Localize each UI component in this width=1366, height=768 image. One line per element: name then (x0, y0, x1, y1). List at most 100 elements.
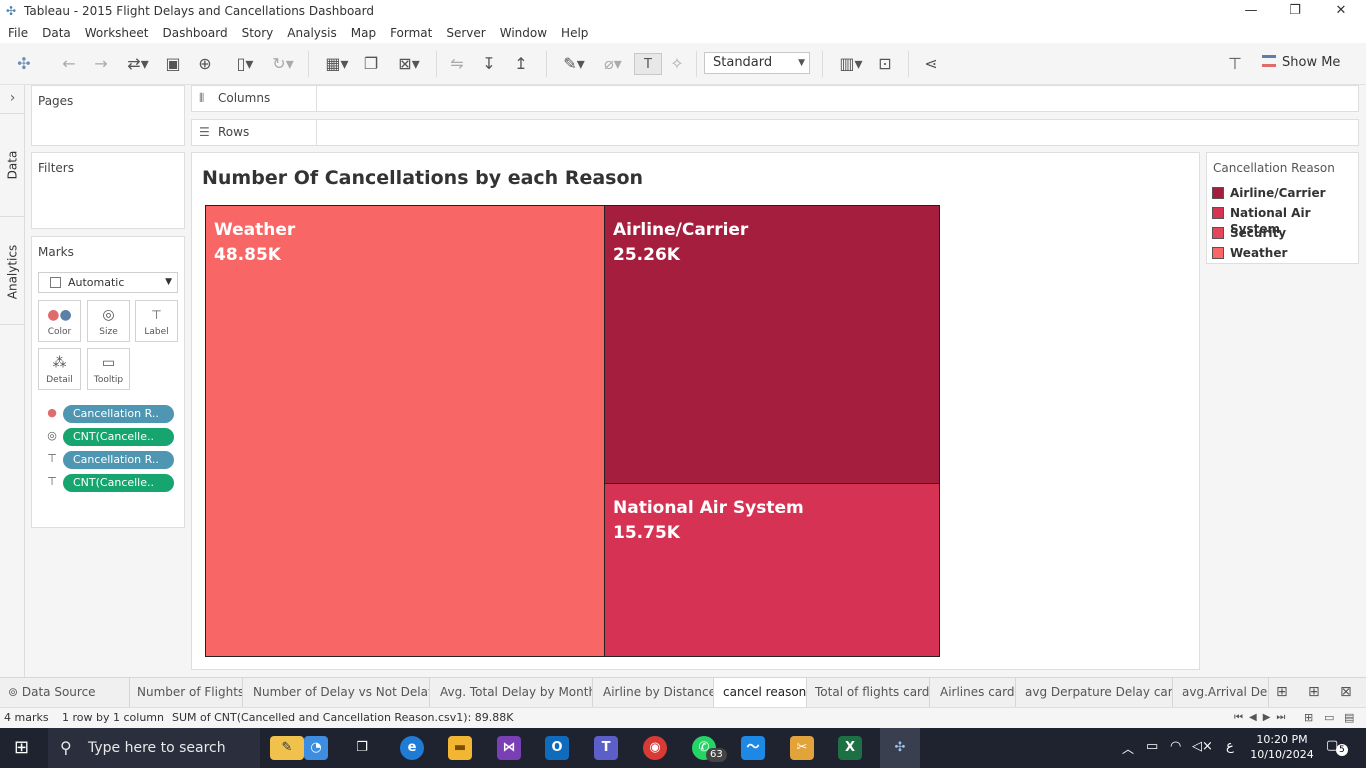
taskbar-clock[interactable]: 10:20 PM 10/10/2024 (1247, 732, 1317, 762)
columns-shelf[interactable]: ⦀ Columns (191, 85, 1359, 112)
highlight-icon[interactable]: ✎▾ (556, 53, 592, 75)
treemap-cell-weather[interactable]: Weather 48.85K (205, 205, 605, 657)
treemap-cell-national-air-system[interactable]: National Air System 15.75K (604, 483, 940, 657)
teams-icon[interactable]: T (594, 736, 618, 760)
tableau-taskbar-icon[interactable]: ✣ (880, 728, 920, 768)
tab-delay-vs-not-delay[interactable]: Number of Delay vs Not Delay (243, 678, 430, 707)
tab-airline-by-distance[interactable]: Airline by Distance (593, 678, 714, 707)
fit-dropdown[interactable]: Standard ▼ (704, 52, 810, 74)
menu-dashboard[interactable]: Dashboard (155, 26, 234, 40)
volume-icon[interactable]: ◁× (1192, 739, 1213, 754)
rows-shelf[interactable]: ☰ Rows (191, 119, 1359, 146)
tab-total-flights-card[interactable]: Total of flights card (807, 678, 930, 707)
task-view-icon[interactable]: ❐ (350, 736, 374, 760)
sheet-navigation-icons[interactable]: ⏮◀▶⏭ (1234, 708, 1291, 728)
tab-data[interactable]: Data (0, 113, 25, 217)
menu-worksheet[interactable]: Worksheet (78, 26, 156, 40)
expand-pane-icon[interactable]: › (0, 85, 25, 111)
legend-item[interactable]: Airline/Carrier (1212, 185, 1326, 201)
replay-icon[interactable]: ⇄▾ (120, 53, 156, 75)
pause-updates-icon[interactable]: ▯▾ (226, 53, 264, 75)
new-story-icon[interactable]: ⊠ (1340, 678, 1352, 707)
sheet-sorter-icon[interactable]: ⊞ (1304, 708, 1313, 728)
menu-story[interactable]: Story (235, 26, 281, 40)
pages-card[interactable]: Pages (31, 85, 185, 146)
tab-avg-departure-delay-card[interactable]: avg Derpature Delay card (1016, 678, 1173, 707)
outlook-icon[interactable]: O (545, 736, 569, 760)
menu-help[interactable]: Help (554, 26, 595, 40)
close-button[interactable]: ✕ (1318, 0, 1364, 22)
tableau-home-icon[interactable]: ✣ (13, 53, 35, 75)
wifi-icon[interactable]: ◠ (1170, 739, 1181, 754)
sort-ascending-icon[interactable]: ↧ (478, 53, 500, 75)
sort-descending-icon[interactable]: ↥ (510, 53, 532, 75)
presentation-mode-icon[interactable]: ⊡ (874, 53, 896, 75)
size-button[interactable]: ◎ Size (87, 300, 130, 342)
copilot-icon[interactable]: ◔ (304, 736, 328, 760)
language-indicator[interactable]: ع (1226, 739, 1234, 754)
menu-server[interactable]: Server (439, 26, 492, 40)
tabs-view-icon[interactable]: ▤ (1344, 708, 1354, 728)
windows-start-icon[interactable]: ⊞ (14, 737, 29, 759)
minimize-button[interactable]: — (1228, 0, 1274, 22)
redo-icon[interactable]: → (90, 53, 112, 75)
pill-label-count[interactable]: CNT(Cancelle.. (63, 474, 174, 492)
show-cards-icon[interactable]: ▥▾ (832, 53, 870, 75)
battery-icon[interactable]: ▭ (1146, 739, 1158, 754)
whiteboard-icon[interactable]: 〜 (741, 736, 765, 760)
share-icon[interactable]: ⋖ (920, 53, 942, 75)
menu-map[interactable]: Map (344, 26, 383, 40)
visual-studio-icon[interactable]: ⋈ (497, 736, 521, 760)
new-dashboard-icon[interactable]: ⊞ (1308, 678, 1320, 707)
file-explorer-icon[interactable]: ▬ (448, 736, 472, 760)
new-worksheet-icon[interactable]: ⊞ (1276, 678, 1288, 707)
fix-axes-icon[interactable]: ✧ (666, 53, 688, 75)
tab-avg-arrival-delay[interactable]: avg.Arrival Dela (1173, 678, 1269, 707)
show-hidden-icons-icon[interactable]: ︿ (1122, 740, 1134, 757)
edge-icon[interactable]: e (400, 736, 424, 760)
taskbar-search-box[interactable]: ⚲ Type here to search (48, 728, 260, 768)
menu-analysis[interactable]: Analysis (280, 26, 343, 40)
swap-rows-columns-icon[interactable]: ⇋ (446, 53, 468, 75)
menu-data[interactable]: Data (35, 26, 78, 40)
refresh-icon[interactable]: ↻▾ (266, 53, 300, 75)
tooltip-button[interactable]: ▭ Tooltip (87, 348, 130, 390)
duplicate-sheet-icon[interactable]: ❐ (360, 53, 382, 75)
restore-button[interactable]: ❐ (1272, 0, 1318, 22)
treemap-cell-airline-carrier[interactable]: Airline/Carrier 25.26K (604, 205, 940, 484)
tab-data-source[interactable]: ⊚ Data Source (0, 678, 130, 707)
tab-number-of-flights[interactable]: Number of Flights (130, 678, 243, 707)
mark-type-dropdown[interactable]: Automatic ▼ (38, 272, 178, 293)
pill-size-count[interactable]: CNT(Cancelle.. (63, 428, 174, 446)
label-button[interactable]: ⊤ Label (135, 300, 178, 342)
show-me-button[interactable]: Show Me (1262, 53, 1340, 73)
legend-item[interactable]: National Air System (1212, 205, 1358, 236)
clear-sheet-icon[interactable]: ⊠▾ (390, 53, 428, 75)
snipping-tool-icon[interactable]: ✂ (790, 736, 814, 760)
search-highlight-icon[interactable]: ✎ (270, 736, 304, 760)
filmstrip-icon[interactable]: ▭ (1324, 708, 1334, 728)
excel-icon[interactable]: X (838, 736, 862, 760)
new-data-source-icon[interactable]: ⊕ (194, 53, 216, 75)
new-worksheet-icon[interactable]: ▦▾ (318, 53, 356, 75)
tab-avg-total-delay[interactable]: Avg. Total Delay by Month (430, 678, 593, 707)
group-members-icon[interactable]: ⌀▾ (596, 53, 630, 75)
save-icon[interactable]: ▣ (162, 53, 184, 75)
pill-color-cancellation-reason[interactable]: Cancellation R.. (63, 405, 174, 423)
show-mark-labels-icon[interactable]: T (634, 53, 662, 75)
color-button[interactable]: ●● Color (38, 300, 81, 342)
pill-label-cancellation-reason[interactable]: Cancellation R.. (63, 451, 174, 469)
tab-airlines-card[interactable]: Airlines card (930, 678, 1016, 707)
legend-item[interactable]: Security (1212, 225, 1286, 241)
legend-item[interactable]: Weather (1212, 245, 1287, 261)
menu-file[interactable]: File (0, 26, 35, 40)
menu-window[interactable]: Window (493, 26, 554, 40)
chrome-icon[interactable]: ◉ (643, 736, 667, 760)
tab-analytics[interactable]: Analytics (0, 219, 25, 325)
filters-card[interactable]: Filters (31, 152, 185, 229)
format-painter-icon[interactable]: ⊤ (1222, 53, 1248, 75)
undo-icon[interactable]: ← (58, 53, 80, 75)
menu-format[interactable]: Format (383, 26, 439, 40)
tab-cancel-reason[interactable]: cancel reason (714, 678, 807, 707)
detail-button[interactable]: ⁂ Detail (38, 348, 81, 390)
